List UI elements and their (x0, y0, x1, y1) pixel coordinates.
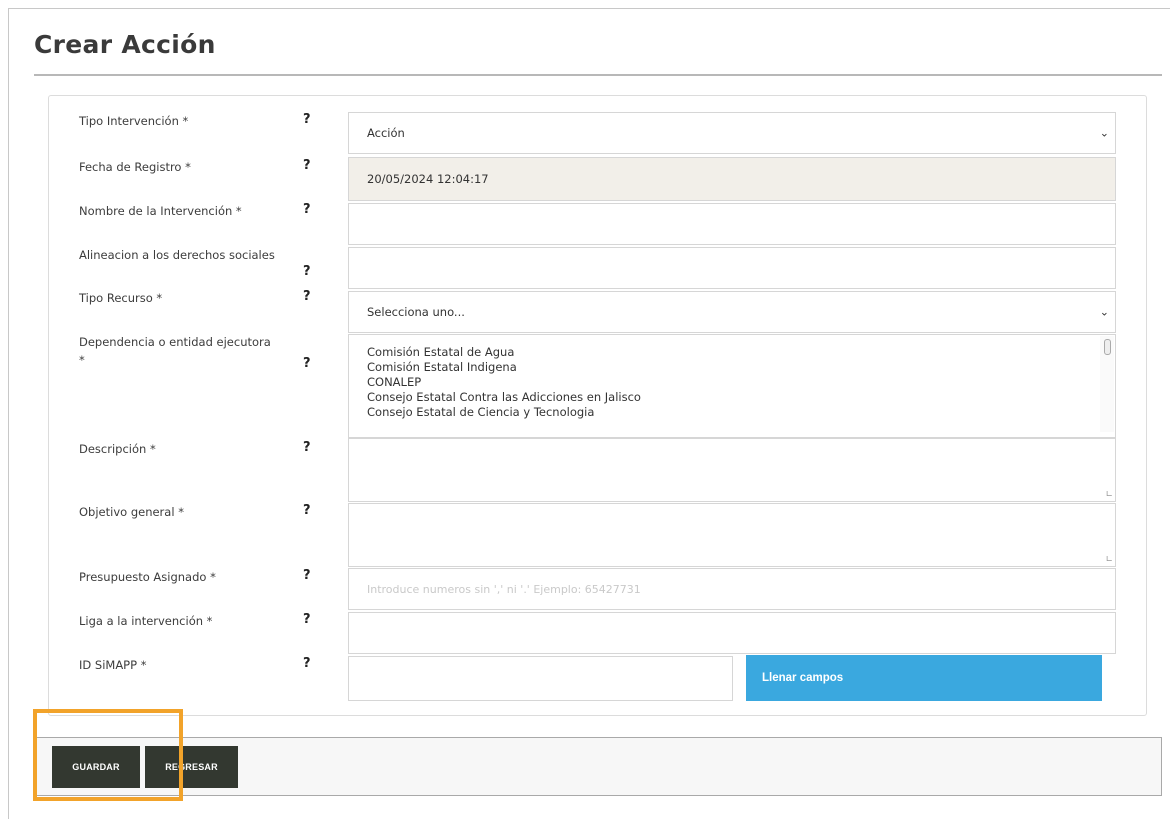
dependencia-listbox[interactable]: Comisión Estatal de Agua Comisión Estata… (348, 334, 1116, 438)
presupuesto-placeholder: Introduce numeros sin ',' ni '.' Ejemplo… (367, 582, 641, 596)
list-option[interactable]: Comisión Estatal de Agua (367, 345, 1097, 360)
title-divider (34, 74, 1162, 76)
back-button[interactable]: REGRESAR (145, 746, 238, 788)
nombre-intervencion-label: Nombre de la Intervención * (79, 204, 242, 218)
tipo-recurso-help-icon[interactable]: ? (303, 289, 311, 304)
resize-grip-icon[interactable]: ∟ (1105, 555, 1113, 565)
chevron-down-icon: ⌄ (1099, 126, 1109, 140)
fill-fields-button[interactable]: Llenar campos (746, 655, 1102, 701)
descripcion-label: Descripción * (79, 442, 156, 456)
tipo-recurso-select[interactable]: Selecciona uno... ⌄ (348, 291, 1116, 333)
descripcion-help-icon[interactable]: ? (303, 440, 311, 455)
objetivo-general-help-icon[interactable]: ? (303, 503, 311, 518)
id-simapp-label: ID SiMAPP * (79, 658, 147, 672)
nombre-intervencion-help-icon[interactable]: ? (303, 202, 311, 217)
chevron-down-icon: ⌄ (1099, 305, 1109, 319)
id-simapp-input[interactable] (348, 656, 733, 701)
tipo-recurso-value: Selecciona uno... (367, 305, 465, 319)
alineacion-input[interactable] (348, 247, 1116, 289)
save-button[interactable]: GUARDAR (52, 746, 140, 788)
presupuesto-help-icon[interactable]: ? (303, 568, 311, 583)
alineacion-label: Alineacion a los derechos sociales (79, 248, 275, 262)
fecha-registro-field: 20/05/2024 12:04:17 (348, 157, 1116, 201)
fecha-registro-value: 20/05/2024 12:04:17 (367, 172, 489, 186)
tipo-intervencion-value: Acción (367, 126, 405, 140)
id-simapp-help-icon[interactable]: ? (303, 656, 311, 671)
list-option[interactable]: Consejo Estatal de Ciencia y Tecnologia (367, 405, 1097, 420)
list-option[interactable]: Consejo Estatal Contra las Adicciones en… (367, 390, 1097, 405)
tipo-intervencion-label: Tipo Intervención * (79, 114, 189, 128)
descripcion-textarea[interactable]: ∟ (348, 438, 1116, 502)
objetivo-general-textarea[interactable]: ∟ (348, 503, 1116, 567)
alineacion-help-icon[interactable]: ? (303, 264, 311, 279)
listbox-scroll-thumb[interactable] (1104, 339, 1111, 355)
tipo-recurso-label: Tipo Recurso * (79, 291, 163, 305)
page-title: Crear Acción (34, 30, 216, 59)
liga-intervencion-input[interactable] (348, 612, 1116, 654)
dependencia-label: Dependencia o entidad ejecutora * (79, 335, 271, 367)
resize-grip-icon[interactable]: ∟ (1105, 490, 1113, 500)
presupuesto-input[interactable]: Introduce numeros sin ',' ni '.' Ejemplo… (348, 568, 1116, 610)
tipo-intervencion-select[interactable]: Acción ⌄ (348, 112, 1116, 154)
tipo-intervencion-help-icon[interactable]: ? (303, 112, 311, 127)
list-option[interactable]: CONALEP (367, 375, 1097, 390)
fecha-registro-help-icon[interactable]: ? (303, 158, 311, 173)
liga-intervencion-label: Liga a la intervención * (79, 614, 213, 628)
dependencia-help-icon[interactable]: ? (303, 356, 311, 371)
liga-intervencion-help-icon[interactable]: ? (303, 612, 311, 627)
presupuesto-label: Presupuesto Asignado * (79, 570, 216, 584)
list-option[interactable]: Comisión Estatal Indigena (367, 360, 1097, 375)
objetivo-general-label: Objetivo general * (79, 505, 184, 519)
nombre-intervencion-input[interactable] (348, 203, 1116, 245)
fecha-registro-label: Fecha de Registro * (79, 160, 191, 174)
